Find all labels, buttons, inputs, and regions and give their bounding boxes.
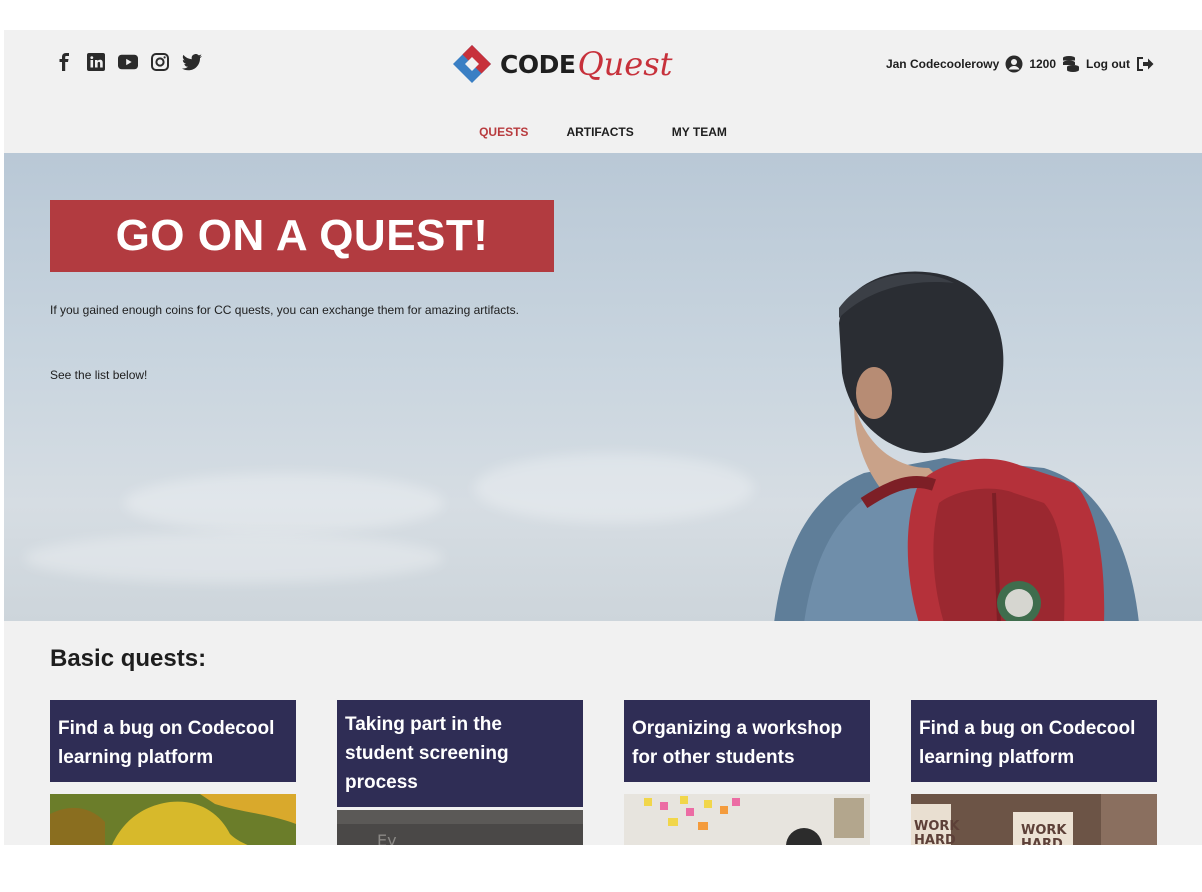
page: CODE Quest Jan Codecoolerowy 1200 Log ou… — [4, 30, 1202, 845]
hero-note: See the list below! — [50, 368, 148, 382]
user-panel: Jan Codecoolerowy 1200 Log out — [886, 55, 1154, 73]
hero-banner: GO ON A QUEST! If you gained enough coin… — [4, 153, 1202, 621]
nav-quests[interactable]: QUESTS — [479, 125, 528, 139]
quest-card-title: Organizing a workshop for other students — [624, 700, 870, 782]
main-nav: QUESTS ARTIFACTS MY TEAM — [4, 125, 1202, 139]
logout-link[interactable]: Log out — [1086, 57, 1130, 71]
codequest-logo[interactable]: CODE Quest — [450, 42, 673, 86]
nav-artifacts[interactable]: ARTIFACTS — [566, 125, 633, 139]
logo-word: CODE — [500, 49, 576, 79]
youtube-icon[interactable] — [118, 52, 138, 72]
svg-text:Ey: Ey — [377, 831, 397, 845]
linkedin-icon[interactable] — [86, 52, 106, 72]
logo-mark-icon — [453, 45, 491, 83]
social-links — [54, 52, 202, 72]
coin-balance: 1200 — [1029, 57, 1057, 71]
user-avatar-icon[interactable] — [1005, 55, 1023, 73]
svg-text:HARD: HARD — [914, 833, 956, 845]
twitter-icon[interactable] — [182, 52, 202, 72]
hero-description: If you gained enough coins for CC quests… — [50, 303, 519, 317]
nav-my-team[interactable]: MY TEAM — [672, 125, 727, 139]
hero-person-image — [774, 271, 1139, 621]
hero-cloud — [474, 453, 754, 523]
quest-card[interactable]: Find a bug on Codecool learning platform — [50, 700, 296, 845]
svg-text:WORK: WORK — [914, 819, 960, 834]
logout-icon[interactable] — [1136, 55, 1154, 73]
header: CODE Quest Jan Codecoolerowy 1200 Log ou… — [4, 30, 1202, 153]
section-title: Basic quests: — [50, 645, 207, 672]
logo-accent: Quest — [577, 45, 673, 83]
quest-cards: Find a bug on Codecool learning platform… — [50, 700, 1157, 845]
facebook-icon[interactable] — [54, 52, 74, 72]
hero-title: GO ON A QUEST! — [115, 211, 489, 260]
quest-card-title: Taking part in the student screening pro… — [337, 700, 583, 807]
quest-card[interactable]: Organizing a workshop for other students — [624, 700, 870, 845]
svg-text:HARD: HARD — [1021, 837, 1063, 845]
svg-text:WORK: WORK — [1021, 823, 1067, 838]
hero-title-banner: GO ON A QUEST! — [50, 200, 554, 272]
coins-icon — [1062, 55, 1080, 73]
quest-card-title: Find a bug on Codecool learning platform — [911, 700, 1157, 782]
quest-card-image — [624, 794, 870, 845]
instagram-icon[interactable] — [150, 52, 170, 72]
user-name[interactable]: Jan Codecoolerowy — [886, 57, 999, 71]
quest-card[interactable]: Taking part in the student screening pro… — [337, 700, 583, 845]
quest-card-image: Ey — [337, 810, 583, 845]
quest-card-image — [50, 794, 296, 845]
quest-card-image: WORK HARD WORK HARD — [911, 794, 1157, 845]
hero-cloud — [124, 473, 444, 533]
quest-card-title: Find a bug on Codecool learning platform — [50, 700, 296, 782]
quest-card[interactable]: Find a bug on Codecool learning platform… — [911, 700, 1157, 845]
hero-cloud — [24, 533, 444, 583]
